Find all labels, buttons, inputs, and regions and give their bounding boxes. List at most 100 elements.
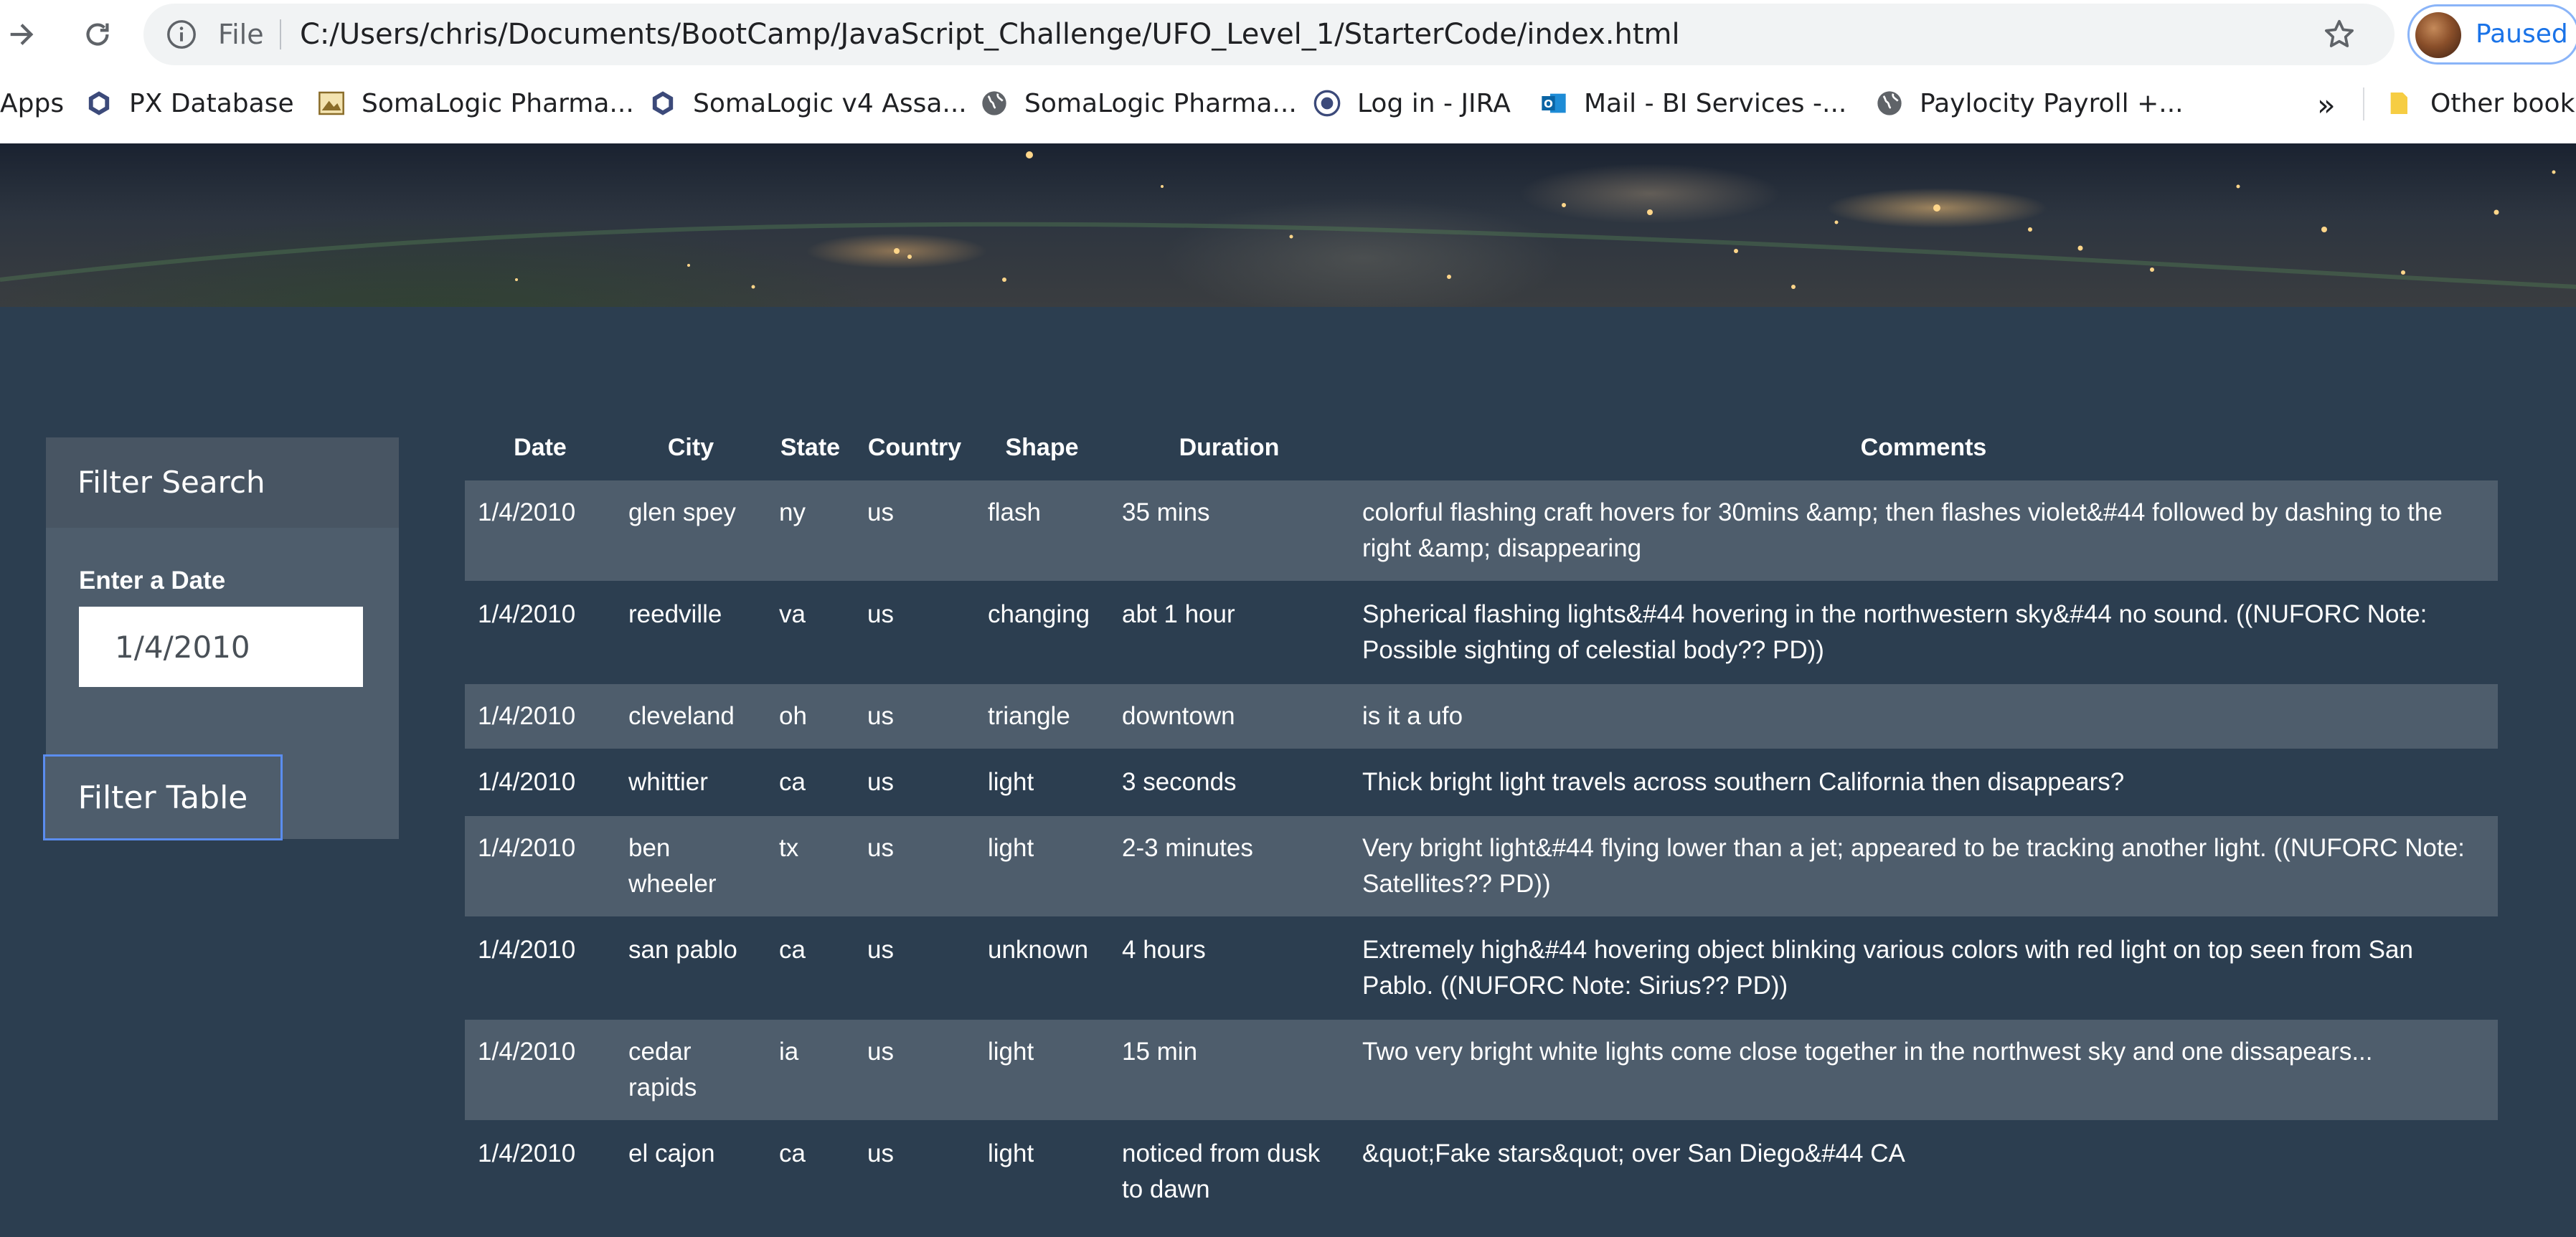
- cell-shape: changing: [988, 600, 1090, 628]
- reload-button[interactable]: [76, 13, 119, 56]
- filter-table-button[interactable]: Filter Table: [43, 754, 283, 840]
- cell-country: us: [867, 702, 894, 730]
- bookmark-star-icon[interactable]: [2321, 16, 2357, 52]
- back-button[interactable]: [0, 13, 43, 56]
- cell-shape: light: [988, 1139, 1034, 1167]
- browser-chrome: File C:/Users/chris/Documents/BootCamp/J…: [0, 0, 2576, 145]
- table-row: 1/4/2010 glen spey ny us flash 35 mins colorfu…: [465, 480, 2498, 582]
- info-icon[interactable]: [165, 18, 198, 51]
- cell-shape: light: [988, 834, 1034, 862]
- cell-comments: Two very bright white lights come close …: [1362, 1038, 2373, 1066]
- table-row: 1/4/2010 cedar rapids ia us light 15 min Two v…: [465, 1019, 2498, 1121]
- cell-duration: 3 seconds: [1122, 768, 1237, 796]
- bookmark-mail[interactable]: O Mail - BI Services -...: [1539, 75, 1846, 132]
- svg-text:O: O: [1544, 98, 1553, 110]
- cell-state: ny: [779, 498, 806, 526]
- bookmarks-divider: [2363, 87, 2364, 120]
- cell-city: glen spey: [628, 498, 736, 526]
- cell-shape: flash: [988, 498, 1041, 526]
- globe-icon: [982, 91, 1006, 115]
- date-input[interactable]: [79, 607, 363, 687]
- cell-country: us: [867, 498, 894, 526]
- address-bar-divider: [280, 19, 281, 49]
- cell-duration: noticed from dusk to dawn: [1122, 1139, 1321, 1203]
- cell-city: cleveland: [628, 702, 735, 730]
- cell-city: cedar rapids: [628, 1038, 697, 1101]
- site-image-icon: [319, 91, 344, 115]
- column-header-country: Country: [867, 433, 962, 461]
- table-row: 1/4/2010 ben wheeler tx us light 2-3 minutes V…: [465, 815, 2498, 917]
- cell-state: ca: [779, 768, 806, 796]
- cell-state: ca: [779, 936, 806, 964]
- table-row: 1/4/2010 cleveland oh us triangle downtown is …: [465, 683, 2498, 749]
- jira-icon: [1313, 90, 1341, 117]
- cell-shape: light: [988, 1038, 1034, 1066]
- bookmark-px-database[interactable]: PX Database: [85, 75, 294, 132]
- cell-state: va: [779, 600, 806, 628]
- cell-country: us: [867, 768, 894, 796]
- cell-city: ben wheeler: [628, 834, 717, 898]
- column-header-duration: Duration: [1179, 433, 1280, 461]
- profile-button[interactable]: Paused: [2407, 4, 2576, 65]
- cell-city: whittier: [628, 768, 708, 796]
- cell-state: oh: [779, 702, 807, 730]
- cell-date: 1/4/2010: [478, 702, 576, 730]
- bookmark-somalogic-pharma-1[interactable]: SomaLogic Pharma...: [317, 75, 634, 132]
- arrow-right-icon: [10, 24, 34, 45]
- reload-icon: [86, 23, 109, 46]
- cell-date: 1/4/2010: [478, 936, 576, 964]
- table-row: 1/4/2010 reedville va us changing abt 1 hour S…: [465, 582, 2498, 683]
- bookmark-label: Apps: [0, 88, 65, 118]
- table-header-row: Date City State Country Shape Duration C…: [465, 416, 2498, 480]
- outlook-icon: O: [1542, 93, 1566, 113]
- bookmark-somalogic-pharma-2[interactable]: SomaLogic Pharma...: [980, 75, 1297, 132]
- city-lights-image: [0, 151, 2576, 289]
- profile-status: Paused: [2476, 19, 2568, 49]
- cell-duration: 2-3 minutes: [1122, 834, 1253, 862]
- cell-state: tx: [779, 834, 799, 862]
- folder-icon: [2390, 93, 2407, 114]
- bookmark-other[interactable]: Other bookn: [2386, 75, 2576, 132]
- address-bar[interactable]: File C:/Users/chris/Documents/BootCamp/J…: [143, 4, 2395, 65]
- filter-panel-heading: Filter Search: [46, 437, 399, 528]
- bookmark-label: Paylocity Payroll +...: [1920, 88, 2184, 118]
- table-row: 1/4/2010 whittier ca us light 3 seconds Thick …: [465, 749, 2498, 815]
- cell-country: us: [867, 1038, 894, 1066]
- bookmarks-overflow-button[interactable]: »: [2317, 87, 2336, 123]
- cell-country: us: [867, 936, 894, 964]
- scheme-label: File: [218, 19, 264, 50]
- cell-comments: is it a ufo: [1362, 702, 1463, 730]
- cell-duration: abt 1 hour: [1122, 600, 1235, 628]
- avatar: [2415, 12, 2461, 58]
- bookmark-label: SomaLogic Pharma...: [1024, 88, 1297, 118]
- ufo-table: Date City State Country Shape Duration C…: [465, 416, 2498, 1222]
- cell-state: ia: [779, 1038, 799, 1066]
- globe-icon: [1877, 91, 1902, 115]
- cell-shape: triangle: [988, 702, 1070, 730]
- cell-city: el cajon: [628, 1139, 715, 1167]
- bookmarks-bar: Apps PX Database SomaLogic Pharma... Som…: [0, 75, 2576, 132]
- cell-date: 1/4/2010: [478, 834, 576, 862]
- cell-comments: &quot;Fake stars&quot; over San Diego&#4…: [1362, 1139, 1905, 1167]
- cell-date: 1/4/2010: [478, 1038, 576, 1066]
- browser-toolbar: File C:/Users/chris/Documents/BootCamp/J…: [0, 0, 2576, 69]
- cell-state: ca: [779, 1139, 806, 1167]
- bookmark-somalogic-v4[interactable]: SomaLogic v4 Assa...: [648, 75, 967, 132]
- hexagon-icon: [652, 91, 674, 115]
- table-body: 1/4/2010 glen spey ny us flash 35 mins colorfu…: [465, 480, 2498, 1222]
- url-text[interactable]: C:/Users/chris/Documents/BootCamp/JavaSc…: [300, 4, 1680, 65]
- cell-country: us: [867, 600, 894, 628]
- earth-night-banner: [0, 143, 2576, 307]
- cell-country: us: [867, 1139, 894, 1167]
- bookmark-label: SomaLogic Pharma...: [362, 88, 634, 118]
- cell-duration: 15 min: [1122, 1038, 1198, 1066]
- bookmark-paylocity[interactable]: Paylocity Payroll +...: [1875, 75, 2184, 132]
- bookmark-label: Mail - BI Services -...: [1584, 88, 1847, 118]
- bookmark-apps[interactable]: Apps: [0, 75, 64, 132]
- cell-comments: Extremely high&#44 hovering object blink…: [1362, 936, 2413, 1000]
- column-header-date: Date: [514, 433, 567, 461]
- cell-date: 1/4/2010: [478, 1139, 576, 1167]
- bookmark-jira[interactable]: Log in - JIRA: [1313, 75, 1511, 132]
- table-row: 1/4/2010 san pablo ca us unknown 4 hours Extre…: [465, 917, 2498, 1019]
- cell-city: san pablo: [628, 936, 737, 964]
